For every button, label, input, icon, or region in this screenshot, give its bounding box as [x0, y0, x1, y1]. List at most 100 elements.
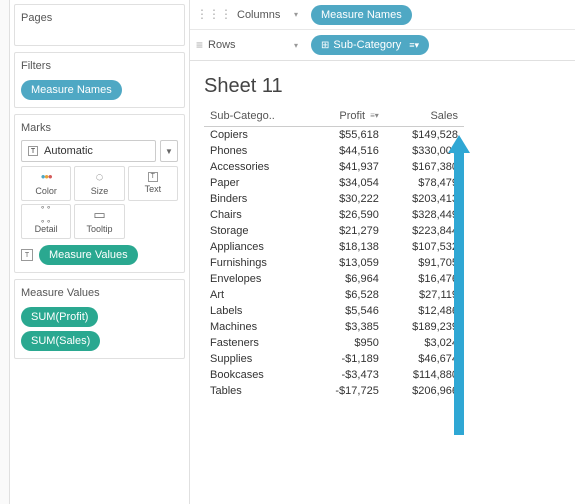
table-row[interactable]: Chairs$26,590$328,449	[204, 207, 464, 223]
cell-sub-category: Phones	[204, 143, 309, 159]
cell-sales: $114,880	[385, 367, 464, 383]
pages-shelf[interactable]: Pages	[14, 4, 185, 46]
cell-sales: $330,007	[385, 143, 464, 159]
cell-sales: $91,705	[385, 255, 464, 271]
table-row[interactable]: Phones$44,516$330,007	[204, 143, 464, 159]
cell-sub-category: Binders	[204, 191, 309, 207]
sort-desc-icon: ≡▾	[409, 40, 419, 51]
text-mark-icon: T	[28, 146, 38, 156]
header-sales[interactable]: Sales	[385, 108, 464, 127]
mv-pill-sum-profit[interactable]: SUM(Profit)	[21, 307, 98, 327]
cell-profit: $21,279	[309, 223, 385, 239]
cell-profit: $950	[309, 335, 385, 351]
cell-profit: $44,516	[309, 143, 385, 159]
filter-pill-measure-names[interactable]: Measure Names	[21, 80, 122, 100]
pill-label: Measure Values	[49, 249, 128, 261]
pill-label: Measure Names	[321, 9, 402, 21]
color-dots-icon: •••	[22, 170, 70, 184]
sort-desc-icon: ≡▾	[370, 114, 379, 118]
cell-sub-category: Labels	[204, 303, 309, 319]
mark-color-label: Color	[22, 186, 70, 196]
expand-icon: ⊞	[321, 40, 329, 51]
rows-shelf[interactable]: ≡ Rows ▾ ⊞ Sub-Category ≡▾	[190, 30, 575, 60]
cell-sales: $27,119	[385, 287, 464, 303]
cell-profit: $55,618	[309, 127, 385, 144]
drag-handle-icon: ≡	[196, 44, 203, 47]
table-row[interactable]: Supplies-$1,189$46,674	[204, 351, 464, 367]
data-table: Sub-Catego.. Profit ≡▾ Sales Copiers$55,…	[204, 108, 464, 399]
columns-label: ⋮⋮⋮ Columns	[196, 9, 281, 21]
table-row[interactable]: Envelopes$6,964$16,476	[204, 271, 464, 287]
drag-handle-icon: ⋮⋮⋮	[196, 13, 232, 16]
columns-shelf[interactable]: ⋮⋮⋮ Columns ▾ Measure Names	[190, 0, 575, 30]
cell-profit: -$17,725	[309, 383, 385, 399]
table-row[interactable]: Tables-$17,725$206,966	[204, 383, 464, 399]
tooltip-icon: ▭	[75, 208, 123, 222]
table-row[interactable]: Fasteners$950$3,024	[204, 335, 464, 351]
cell-profit: $3,385	[309, 319, 385, 335]
cell-profit: $30,222	[309, 191, 385, 207]
table-row[interactable]: Furnishings$13,059$91,705	[204, 255, 464, 271]
cell-sub-category: Supplies	[204, 351, 309, 367]
cell-profit: $18,138	[309, 239, 385, 255]
pill-label: Sub-Category	[333, 39, 401, 51]
rows-caret[interactable]: ▾	[289, 41, 303, 50]
pill-label: SUM(Profit)	[31, 311, 88, 323]
filters-shelf[interactable]: Filters Measure Names	[14, 52, 185, 108]
measure-values-shelf[interactable]: Measure Values SUM(Profit) SUM(Sales)	[14, 279, 185, 359]
cell-sales: $16,476	[385, 271, 464, 287]
cell-profit: $34,054	[309, 175, 385, 191]
cell-profit: $5,546	[309, 303, 385, 319]
shelves-area: ⋮⋮⋮ Columns ▾ Measure Names ≡ Rows ▾	[190, 0, 575, 61]
mark-size-button[interactable]: ◌ Size	[74, 166, 124, 201]
rows-label: ≡ Rows	[196, 39, 281, 51]
rows-pill-sub-category[interactable]: ⊞ Sub-Category ≡▾	[311, 35, 429, 55]
marks-type-select[interactable]: T Automatic	[21, 140, 156, 162]
marks-pill-measure-values[interactable]: Measure Values	[39, 245, 138, 265]
mark-detail-button[interactable]: ∘∘∘∘ Detail	[21, 204, 71, 239]
table-row[interactable]: Appliances$18,138$107,532	[204, 239, 464, 255]
header-profit[interactable]: Profit ≡▾	[309, 108, 385, 127]
sheet-title: Sheet 11	[204, 75, 561, 98]
cell-sub-category: Fasteners	[204, 335, 309, 351]
cell-sales: $189,239	[385, 319, 464, 335]
cell-sub-category: Accessories	[204, 159, 309, 175]
table-row[interactable]: Machines$3,385$189,239	[204, 319, 464, 335]
cell-sub-category: Envelopes	[204, 271, 309, 287]
table-row[interactable]: Paper$34,054$78,479	[204, 175, 464, 191]
pill-label: Measure Names	[31, 84, 112, 96]
table-row[interactable]: Accessories$41,937$167,380	[204, 159, 464, 175]
text-icon: T	[148, 172, 158, 182]
table-row[interactable]: Storage$21,279$223,844	[204, 223, 464, 239]
marks-type-caret[interactable]: ▼	[160, 140, 178, 162]
cell-profit: -$3,473	[309, 367, 385, 383]
mark-color-button[interactable]: ••• Color	[21, 166, 71, 201]
header-sub-category[interactable]: Sub-Catego..	[204, 108, 309, 127]
cell-sub-category: Paper	[204, 175, 309, 191]
cell-profit: $6,528	[309, 287, 385, 303]
cell-sub-category: Chairs	[204, 207, 309, 223]
cell-sales: $203,413	[385, 191, 464, 207]
cell-sales: $149,528	[385, 127, 464, 144]
columns-caret[interactable]: ▾	[289, 10, 303, 19]
mark-tooltip-label: Tooltip	[75, 224, 123, 234]
cell-sales: $78,479	[385, 175, 464, 191]
columns-pill-measure-names[interactable]: Measure Names	[311, 5, 412, 25]
mark-size-label: Size	[75, 186, 123, 196]
filters-title: Filters	[21, 58, 178, 74]
pages-title: Pages	[21, 10, 178, 26]
table-row[interactable]: Labels$5,546$12,486	[204, 303, 464, 319]
table-row[interactable]: Copiers$55,618$149,528	[204, 127, 464, 144]
cell-sub-category: Tables	[204, 383, 309, 399]
mark-text-button[interactable]: T Text	[128, 166, 178, 201]
marks-card: Marks T Automatic ▼ ••• Color ◌ Size	[14, 114, 185, 273]
mv-pill-sum-sales[interactable]: SUM(Sales)	[21, 331, 100, 351]
cell-profit: $41,937	[309, 159, 385, 175]
table-row[interactable]: Art$6,528$27,119	[204, 287, 464, 303]
table-row[interactable]: Bookcases-$3,473$114,880	[204, 367, 464, 383]
table-row[interactable]: Binders$30,222$203,413	[204, 191, 464, 207]
cell-sales: $167,380	[385, 159, 464, 175]
cell-sub-category: Machines	[204, 319, 309, 335]
mark-tooltip-button[interactable]: ▭ Tooltip	[74, 204, 124, 239]
cell-sales: $12,486	[385, 303, 464, 319]
